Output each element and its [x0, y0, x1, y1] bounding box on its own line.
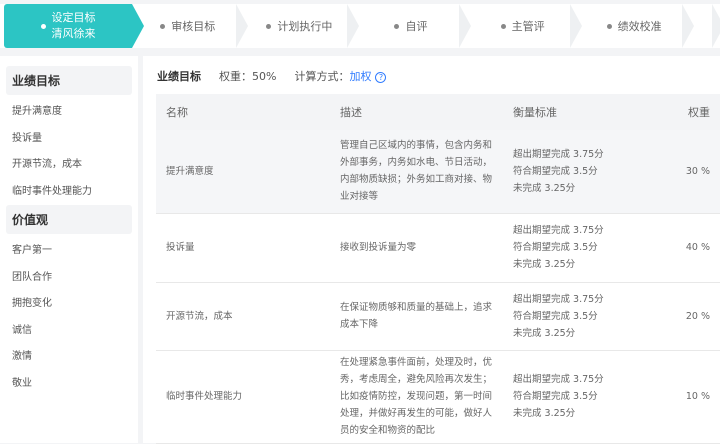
standard-line: 未完成 3.25分: [513, 259, 576, 270]
dot-icon: [266, 23, 272, 29]
goal-weight: 20 %: [653, 282, 720, 351]
sidebar-item[interactable]: 拥抱变化: [6, 291, 132, 318]
step-review-goals[interactable]: 审核目标: [132, 4, 248, 48]
goals-table: 名称 描述 衡量标准 权重 提升满意度 管理自己区域内的事情，包含内务和外部事务…: [156, 94, 720, 444]
sidebar-item[interactable]: 团队合作: [6, 265, 132, 292]
sidebar-item[interactable]: 投诉量: [6, 126, 132, 153]
goal-standard: 超出期望完成 3.75分 符合期望完成 3.5分 未完成 3.25分: [503, 213, 653, 283]
goal-weight: 40 %: [653, 213, 720, 283]
goal-standard: 超出期望完成 3.75分 符合期望完成 3.5分 未完成 3.25分: [503, 130, 653, 214]
table-row[interactable]: 开源节流，成本 在保证物质够和质量的基础上，追求成本下降 超出期望完成 3.75…: [156, 282, 720, 351]
goals-header: 业绩目标 权重：50% 计算方式：加权?: [157, 68, 387, 84]
section-title: 业绩目标: [157, 70, 201, 83]
sidebar-item[interactable]: 敬业: [6, 371, 132, 398]
calc-method-link[interactable]: 加权: [349, 70, 371, 83]
standard-line: 符合期望完成 3.5分: [513, 242, 598, 253]
sidebar-item[interactable]: 客户第一: [6, 238, 132, 265]
step-label: 自评: [405, 20, 428, 33]
standard-line: 超出期望完成 3.75分: [513, 374, 604, 385]
step-self-review[interactable]: 自评: [355, 4, 471, 48]
sidebar-item[interactable]: 诚信: [6, 318, 132, 345]
goal-weight: 10 %: [653, 350, 720, 444]
dot-icon: [40, 23, 46, 29]
step-plan-execution[interactable]: 计划执行中: [244, 4, 359, 48]
table-header: 名称 描述 衡量标准 权重: [156, 94, 720, 130]
standard-line: 符合期望完成 3.5分: [513, 165, 598, 177]
standard-line: 符合期望完成 3.5分: [513, 391, 598, 402]
dot-icon: [500, 23, 506, 29]
standard-line: 符合期望完成 3.5分: [513, 310, 598, 322]
goal-desc: 接收到投诉量为零: [330, 213, 503, 283]
goal-name: 开源节流，成本: [156, 282, 330, 351]
dot-icon: [394, 23, 400, 29]
standard-line: 超出期望完成 3.75分: [513, 225, 604, 236]
standard-line: 未完成 3.25分: [513, 327, 576, 339]
goal-name: 提升满意度: [156, 130, 330, 214]
table-row[interactable]: 提升满意度 管理自己区域内的事情，包含内务和外部事务，内务如水电、节日活动，内部…: [156, 130, 720, 214]
sidebar-item[interactable]: 激情: [6, 344, 132, 371]
col-desc: 描述: [330, 94, 503, 130]
step-label: 绩效校准: [617, 20, 662, 33]
help-icon[interactable]: ?: [375, 72, 387, 83]
step-next[interactable]: [690, 4, 720, 48]
sidebar: 业绩目标提升满意度 投诉量 开源节流，成本 临时事件处理能力 价值观客户第一 团队合作 拥抱…: [0, 56, 138, 443]
step-manager-review[interactable]: 主管评: [467, 4, 582, 48]
table-row[interactable]: 临时事件处理能力 在处理紧急事件面前，处理及时，优秀，考虑周全，避免风险再次发生…: [156, 350, 720, 444]
goal-standard: 超出期望完成 3.75分 符合期望完成 3.5分 未完成 3.25分: [503, 282, 653, 351]
sidebar-item[interactable]: 开源节流，成本: [6, 152, 132, 179]
main-panel: 业绩目标 权重：50% 计算方式：加权? 名称 描述 衡量标准 权重 提升满意度…: [143, 56, 720, 444]
dot-icon: [160, 23, 166, 29]
step-label: 设定目标: [51, 11, 96, 24]
dot-icon: [606, 23, 612, 29]
table-row[interactable]: 投诉量 接收到投诉量为零 超出期望完成 3.75分 符合期望完成 3.5分 未完成 …: [156, 213, 720, 283]
col-standard: 衡量标准: [503, 94, 653, 130]
weight-text: 权重：50%: [219, 70, 277, 83]
col-weight: 权重: [653, 94, 720, 130]
goal-desc: 在保证物质够和质量的基础上，追求成本下降: [330, 282, 503, 351]
step-user: 清风徐来: [51, 27, 96, 40]
step-label: 计划执行中: [277, 20, 333, 33]
sidebar-group-title[interactable]: 业绩目标: [6, 66, 132, 95]
standard-line: 超出期望完成 3.75分: [513, 293, 604, 305]
step-set-goals[interactable]: 设定目标 清风徐来: [4, 4, 144, 48]
goal-name: 投诉量: [156, 213, 330, 283]
standard-line: 未完成 3.25分: [513, 182, 576, 194]
progress-steps: 设定目标清风徐来 审核目标 计划执行中 自评 主管评 绩效校准: [0, 4, 720, 48]
sidebar-item[interactable]: 提升满意度: [6, 99, 132, 126]
sidebar-group-title[interactable]: 价值观: [6, 205, 132, 234]
goal-desc: 管理自己区域内的事情，包含内务和外部事务，内务如水电、节日活动，内部物质缺损；外…: [330, 130, 503, 214]
step-label: 审核目标: [171, 20, 216, 33]
goal-standard: 超出期望完成 3.75分 符合期望完成 3.5分 未完成 3.25分: [503, 350, 653, 444]
step-label: 主管评: [511, 20, 545, 33]
standard-line: 未完成 3.25分: [513, 408, 576, 419]
standard-line: 超出期望完成 3.75分: [513, 148, 604, 160]
step-calibration[interactable]: 绩效校准: [578, 4, 694, 48]
goal-weight: 30 %: [653, 130, 720, 214]
goal-desc: 在处理紧急事件面前，处理及时，优秀，考虑周全，避免风险再次发生；比如疫情防控，发…: [330, 350, 503, 444]
goal-name: 临时事件处理能力: [156, 350, 330, 444]
sidebar-item[interactable]: 临时事件处理能力: [6, 179, 132, 206]
calc-label: 计算方式：: [294, 70, 350, 83]
col-name: 名称: [156, 94, 330, 130]
